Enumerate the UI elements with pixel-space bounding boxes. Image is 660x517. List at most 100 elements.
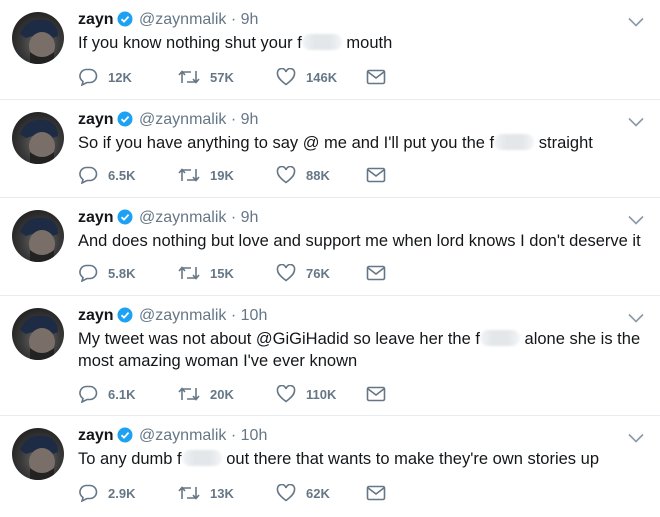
user-handle[interactable]: @zaynmalik — [139, 307, 226, 324]
tweet-text-part: out there that wants to make they're own… — [221, 450, 599, 468]
reply-count: 5.8K — [108, 265, 136, 281]
like-count: 146K — [306, 69, 338, 85]
tweet[interactable]: zayn @zaynmalik · 9h So if you have anyt… — [0, 100, 660, 198]
display-name[interactable]: zayn — [78, 209, 114, 226]
verified-badge-icon — [117, 209, 133, 231]
like-button[interactable]: 76K — [276, 264, 366, 282]
retweet-icon — [178, 168, 200, 182]
tweet-text-part: To any dumb f — [78, 450, 182, 468]
user-handle[interactable]: @zaynmalik — [139, 111, 226, 128]
avatar[interactable] — [12, 210, 64, 262]
display-name[interactable]: zayn — [78, 111, 114, 128]
chevron-down-icon[interactable] — [628, 114, 644, 132]
reply-button[interactable]: 5.8K — [78, 264, 178, 282]
tweet-text: So if you have anything to say @ me and … — [78, 132, 648, 154]
tweet-text-part: If you know nothing shut your f — [78, 34, 302, 52]
retweet-count: 57K — [210, 69, 234, 85]
like-count: 110K — [306, 386, 337, 402]
timestamp[interactable]: 9h — [241, 111, 259, 128]
retweet-button[interactable]: 15K — [178, 265, 276, 281]
timestamp[interactable]: 10h — [241, 427, 268, 444]
separator: · — [230, 209, 237, 226]
retweet-button[interactable]: 19K — [178, 167, 276, 183]
separator: · — [230, 307, 237, 324]
envelope-icon — [366, 265, 386, 281]
retweet-count: 20K — [210, 386, 234, 402]
like-count: 76K — [306, 265, 330, 281]
like-button[interactable]: 88K — [276, 166, 366, 184]
chevron-down-icon[interactable] — [628, 212, 644, 230]
envelope-icon — [366, 485, 386, 501]
avatar[interactable] — [12, 428, 64, 480]
direct-message-button[interactable] — [366, 386, 386, 402]
heart-icon — [276, 68, 296, 86]
display-name[interactable]: zayn — [78, 427, 114, 444]
speech-bubble-icon — [79, 264, 98, 282]
like-button[interactable]: 146K — [276, 68, 366, 86]
direct-message-button[interactable] — [366, 69, 386, 85]
chevron-down-icon[interactable] — [628, 14, 644, 32]
like-count: 88K — [306, 167, 330, 183]
envelope-icon — [366, 69, 386, 85]
retweet-button[interactable]: 57K — [178, 69, 276, 85]
direct-message-button[interactable] — [366, 167, 386, 183]
tweet-header: zayn @zaynmalik · 9h — [78, 208, 258, 231]
censor-blur — [494, 134, 535, 150]
tweet[interactable]: zayn @zaynmalik · 10h To any dumb f out … — [0, 416, 660, 517]
user-handle[interactable]: @zaynmalik — [139, 209, 226, 226]
retweet-count: 19K — [210, 167, 234, 183]
tweet-actions: 5.8K 15K 76K — [78, 262, 386, 284]
tweet[interactable]: zayn @zaynmalik · 9h If you know nothing… — [0, 0, 660, 100]
envelope-icon — [366, 386, 386, 402]
timestamp[interactable]: 9h — [241, 11, 259, 28]
timestamp[interactable]: 9h — [241, 209, 259, 226]
like-button[interactable]: 110K — [276, 385, 366, 403]
reply-count: 6.5K — [108, 167, 136, 183]
retweet-count: 15K — [210, 265, 234, 281]
tweet-actions: 6.5K 19K 88K — [78, 164, 386, 186]
tweet-header: zayn @zaynmalik · 10h — [78, 306, 267, 329]
retweet-button[interactable]: 13K — [178, 485, 276, 501]
avatar[interactable] — [12, 308, 64, 360]
censor-blur — [301, 34, 342, 50]
reply-button[interactable]: 6.1K — [78, 385, 178, 403]
reply-count: 2.9K — [108, 485, 136, 501]
retweet-count: 13K — [210, 485, 234, 501]
timestamp[interactable]: 10h — [241, 307, 268, 324]
reply-button[interactable]: 12K — [78, 68, 178, 86]
tweet-text-part: And does nothing but love and support me… — [78, 232, 641, 250]
heart-icon — [276, 264, 296, 282]
retweet-button[interactable]: 20K — [178, 386, 276, 402]
reply-count: 6.1K — [108, 386, 136, 402]
retweet-icon — [178, 486, 200, 500]
verified-badge-icon — [117, 111, 133, 133]
chevron-down-icon[interactable] — [628, 310, 644, 328]
retweet-icon — [178, 266, 200, 280]
reply-button[interactable]: 2.9K — [78, 484, 178, 502]
verified-badge-icon — [117, 307, 133, 329]
tweet-text-part: mouth — [341, 34, 393, 52]
censor-blur — [181, 450, 222, 466]
direct-message-button[interactable] — [366, 485, 386, 501]
display-name[interactable]: zayn — [78, 11, 114, 28]
tweet-header: zayn @zaynmalik · 10h — [78, 426, 267, 449]
like-button[interactable]: 62K — [276, 484, 366, 502]
direct-message-button[interactable] — [366, 265, 386, 281]
user-handle[interactable]: @zaynmalik — [139, 427, 226, 444]
speech-bubble-icon — [79, 484, 98, 502]
tweet-actions: 12K 57K 146K — [78, 66, 386, 88]
tweet-actions: 2.9K 13K 62K — [78, 482, 386, 504]
tweet[interactable]: zayn @zaynmalik · 9h And does nothing bu… — [0, 198, 660, 296]
user-handle[interactable]: @zaynmalik — [139, 11, 226, 28]
reply-button[interactable]: 6.5K — [78, 166, 178, 184]
chevron-down-icon[interactable] — [628, 430, 644, 448]
tweet[interactable]: zayn @zaynmalik · 10h My tweet was not a… — [0, 296, 660, 416]
display-name[interactable]: zayn — [78, 307, 114, 324]
tweet-text-part: straight — [534, 134, 593, 152]
speech-bubble-icon — [79, 385, 98, 403]
reply-count: 12K — [108, 69, 132, 85]
separator: · — [230, 111, 237, 128]
avatar[interactable] — [12, 12, 64, 64]
avatar[interactable] — [12, 112, 64, 164]
envelope-icon — [366, 167, 386, 183]
